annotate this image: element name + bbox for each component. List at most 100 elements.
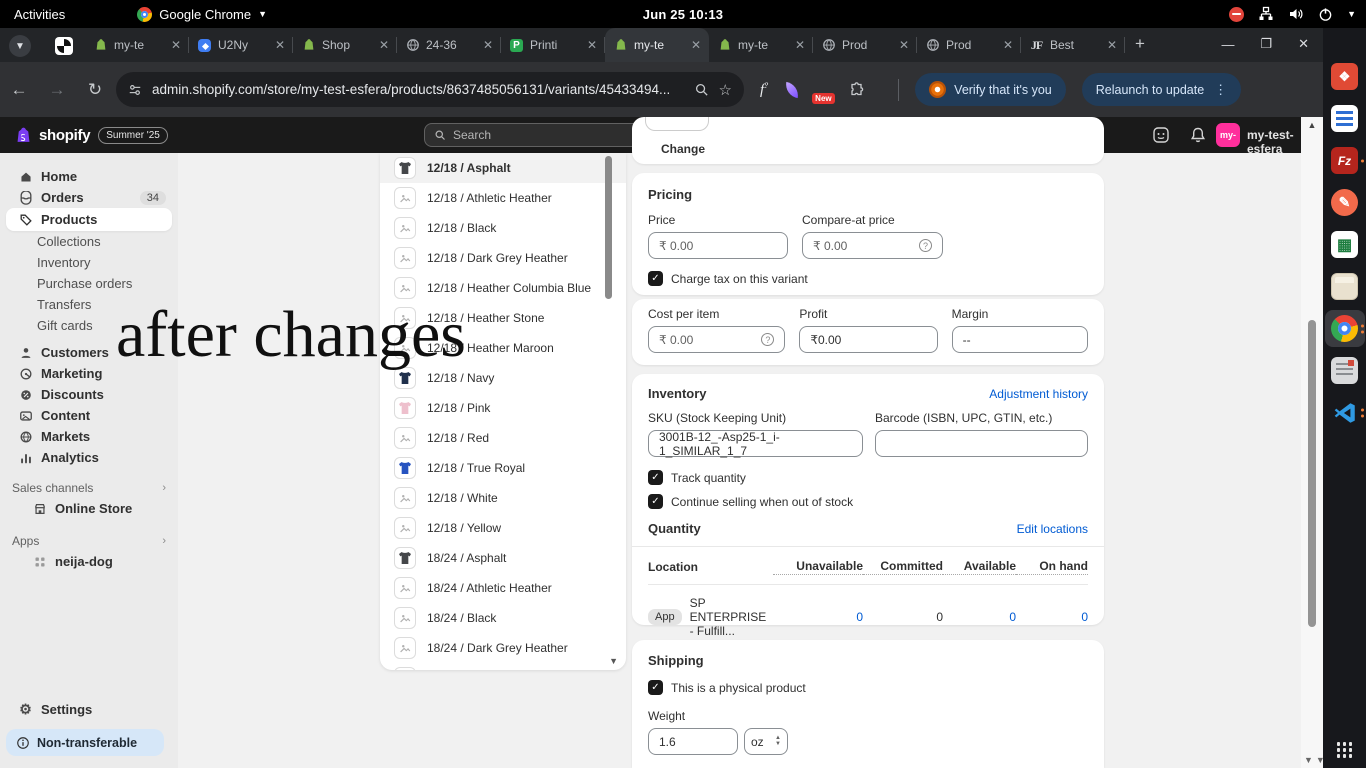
minimize-button[interactable]: — [1221,37,1234,52]
browser-tab[interactable]: Prod✕ [917,28,1021,62]
variant-list-scrollbar-thumb[interactable] [605,156,612,299]
on-hand-header[interactable]: On hand [1016,559,1088,575]
checkbox-checked-icon[interactable]: ✓ [648,470,663,485]
tab-close-icon[interactable]: ✕ [795,38,805,52]
sidebar-item-analytics[interactable]: Analytics [0,447,178,468]
back-button[interactable]: ← [0,80,38,100]
browser-tab[interactable]: Prod✕ [813,28,917,62]
browser-tab[interactable]: JFBest✕ [1021,28,1125,62]
checkbox-checked-icon[interactable]: ✓ [648,494,663,509]
kebab-menu-icon[interactable]: ⋮ [1214,82,1227,98]
adjustment-history-link[interactable]: Adjustment history [989,387,1088,401]
committed-header[interactable]: Committed [863,559,943,575]
sidebar-item-content[interactable]: Content [0,405,178,426]
restore-button[interactable]: ❐ [1260,36,1272,52]
sidebar-item-purchase-orders[interactable]: Purchase orders [0,273,178,294]
inbox-chat-icon[interactable] [1152,126,1170,144]
weight-unit-select[interactable]: oz ▲▼ [744,728,788,755]
sidebar-item-online-store[interactable]: Online Store [0,498,178,519]
variant-row[interactable]: 12/18 / Red [380,423,626,453]
on-hand-value[interactable]: 0 [1016,610,1088,624]
fonts-extension-icon[interactable]: f? [760,81,768,99]
text-doc-icon[interactable] [1325,352,1365,389]
help-icon[interactable]: ? [761,333,774,346]
variant-list-scroll-down-icon[interactable]: ▼ [609,656,618,666]
variant-row[interactable]: 12/18 / Pink [380,393,626,423]
tab-close-icon[interactable]: ✕ [275,38,285,52]
files-folder-icon[interactable] [1325,268,1365,305]
variant-row[interactable]: 18/24 / Heather Columbia Blue [380,663,626,670]
variant-row[interactable]: 12/18 / Asphalt [380,153,626,183]
filezilla-icon[interactable]: Fz [1325,142,1365,179]
apps-header[interactable]: Apps› [0,531,178,551]
tab-close-icon[interactable]: ✕ [171,38,181,52]
variant-row[interactable]: 12/18 / White [380,483,626,513]
zoom-icon[interactable] [694,82,709,97]
clock[interactable]: Jun 25 10:13 [643,7,723,22]
checkbox-checked-icon[interactable]: ✓ [648,680,663,695]
new-extension-icon[interactable]: New [816,82,832,98]
browser-tab[interactable]: my-te✕ [709,28,813,62]
page-scrollbar[interactable]: ▲ ▼▼ [1301,117,1323,768]
notifications-bell-icon[interactable] [1189,126,1207,144]
track-quantity-checkbox-row[interactable]: ✓ Track quantity [648,470,1088,485]
sidebar-item-discounts[interactable]: Discounts [0,384,178,405]
cost-per-item-input[interactable]: ₹ 0.00 ? [648,326,785,353]
price-input[interactable]: ₹ 0.00 [648,232,788,259]
sku-input[interactable]: 3001B-12_-Asp25-1_i-1_SIMILAR_1_7 [648,430,863,457]
sidebar-item-settings[interactable]: ⚙ Settings [0,699,178,720]
browser-tab[interactable]: 24-36✕ [397,28,501,62]
checkbox-checked-icon[interactable]: ✓ [648,271,663,286]
address-bar[interactable]: admin.shopify.com/store/my-test-esfera/p… [116,72,744,107]
browser-tab[interactable]: my-te✕ [85,28,189,62]
non-transferable-badge[interactable]: Non-transferable [6,729,164,756]
writer-doc-icon[interactable] [1325,100,1365,137]
edit-locations-link[interactable]: Edit locations [1017,522,1088,536]
sidebar-item-orders[interactable]: Orders 34 [0,187,178,208]
variant-row[interactable]: 12/18 / True Royal [380,453,626,483]
site-settings-icon[interactable] [128,83,142,97]
barcode-input[interactable] [875,430,1088,457]
scroll-down-arrows-icon[interactable]: ▼▼ [1304,755,1323,765]
system-tray[interactable]: ▼ [1229,6,1356,22]
spreadsheet-icon[interactable]: ▦ [1325,226,1365,263]
pinned-tab-icon[interactable] [55,37,73,55]
show-applications-icon[interactable] [1337,742,1353,758]
variant-row[interactable]: 18/24 / Dark Grey Heather [380,633,626,663]
tab-close-icon[interactable]: ✕ [483,38,493,52]
vscode-icon[interactable] [1325,394,1365,431]
sidebar-item-home[interactable]: Home [0,166,178,187]
store-name[interactable]: my-test-esfera [1247,128,1301,156]
compare-at-price-input[interactable]: ₹ 0.00 ? [802,232,943,259]
close-button[interactable]: ✕ [1298,36,1309,52]
unavailable-header[interactable]: Unavailable [773,559,863,575]
tab-search-chevron-button[interactable]: ▼ [9,35,31,57]
charge-tax-checkbox-row[interactable]: ✓ Charge tax on this variant [648,271,1088,286]
variant-row[interactable]: 12/18 / Yellow [380,513,626,543]
variant-row[interactable]: 12/18 / Dark Grey Heather [380,243,626,273]
sidebar-item-collections[interactable]: Collections [0,231,178,252]
forward-button[interactable]: → [38,80,76,100]
variant-row[interactable]: 12/18 / Black [380,213,626,243]
tasks-red-icon[interactable]: ❖ [1325,58,1365,95]
editor-pencil-icon[interactable]: ✎ [1325,184,1365,221]
app-menu[interactable]: Google Chrome ▼ [137,7,267,22]
available-value[interactable]: 0 [943,610,1016,624]
activities-button[interactable]: Activities [14,7,65,22]
browser-tab[interactable]: PPrinti✕ [501,28,605,62]
browser-tab[interactable]: my-te✕ [605,28,709,62]
change-image-button[interactable]: Change [661,142,705,156]
variant-row[interactable]: 12/18 / Athletic Heather [380,183,626,213]
new-tab-button[interactable]: + [1135,34,1145,54]
physical-product-checkbox-row[interactable]: ✓ This is a physical product [648,680,1088,695]
browser-tab[interactable]: U2Ny✕ [189,28,293,62]
profit-input[interactable]: ₹0.00 [799,326,937,353]
variant-row[interactable]: 18/24 / Athletic Heather [380,573,626,603]
scroll-up-arrow-icon[interactable]: ▲ [1308,120,1317,130]
variant-row[interactable]: 18/24 / Asphalt [380,543,626,573]
sidebar-item-markets[interactable]: Markets [0,426,178,447]
shopify-logo[interactable]: shopify [14,126,90,145]
page-scrollbar-thumb[interactable] [1308,320,1316,627]
feather-extension-icon[interactable] [784,81,800,97]
sales-channels-header[interactable]: Sales channels› [0,478,178,498]
